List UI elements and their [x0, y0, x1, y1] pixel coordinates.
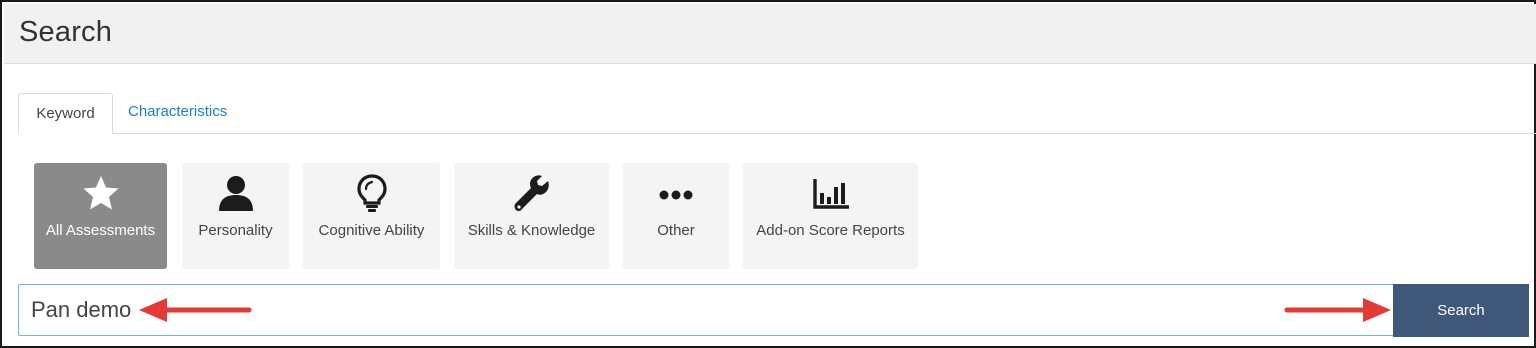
tab-keyword[interactable]: Keyword: [18, 93, 113, 134]
star-icon: [83, 176, 118, 210]
category-skills-knowledge[interactable]: Skills & Knowledge: [454, 163, 609, 269]
bar-chart-icon: [812, 179, 849, 209]
annotation-arrow-left-icon: [139, 298, 252, 322]
category-other[interactable]: Other: [623, 163, 729, 269]
category-label: Personality: [198, 222, 273, 239]
ellipsis-icon: [659, 190, 693, 200]
window-frame: Search Keyword Characteristics All Asses…: [0, 0, 1536, 348]
annotation-arrow-right-icon: [1284, 298, 1391, 322]
category-add-on-score-reports[interactable]: Add-on Score Reports: [743, 163, 918, 269]
page-title: Search: [19, 16, 113, 48]
category-label: All Assessments: [45, 222, 156, 239]
wrench-icon: [514, 175, 549, 212]
category-label: Skills & Knowledge: [467, 222, 596, 239]
category-label: Cognitive Ability: [318, 222, 425, 239]
category-personality[interactable]: Personality: [182, 163, 289, 269]
category-cognitive-ability[interactable]: Cognitive Ability: [303, 163, 440, 269]
category-label: Add-on Score Reports: [756, 222, 905, 239]
tab-characteristics[interactable]: Characteristics: [128, 103, 227, 120]
category-all-assessments[interactable]: All Assessments: [34, 163, 167, 269]
tabs-divider: [18, 133, 1536, 134]
page-header: Search: [4, 4, 1536, 64]
lightbulb-icon: [356, 174, 387, 212]
search-button[interactable]: Search: [1393, 284, 1529, 337]
person-icon: [218, 176, 253, 211]
category-label: Other: [657, 222, 695, 239]
